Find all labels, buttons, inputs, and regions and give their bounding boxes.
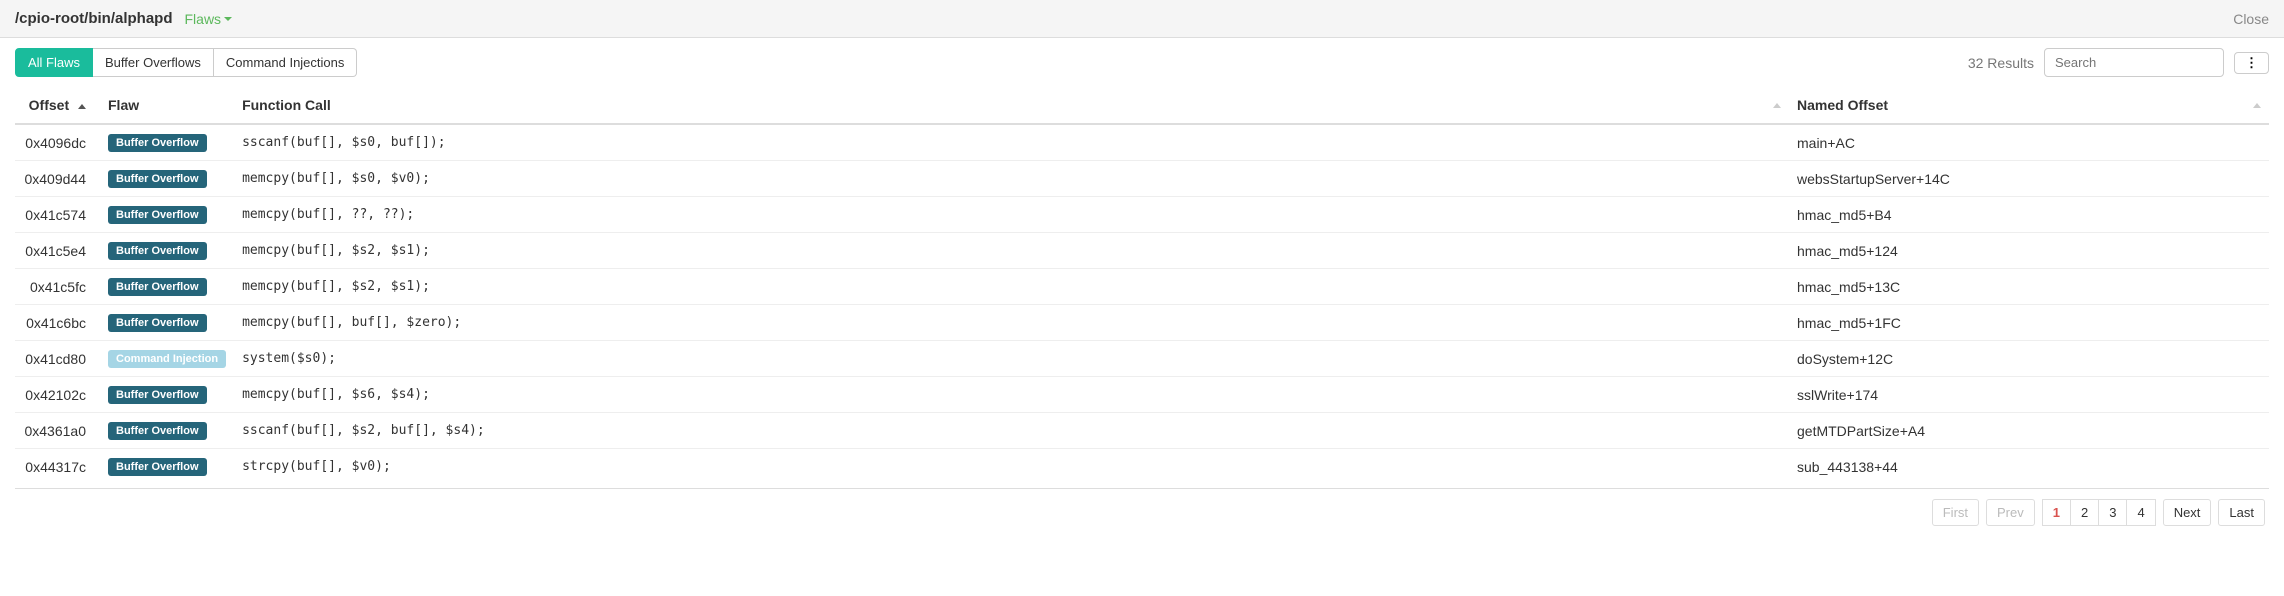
offset-cell: 0x41c6bc: [15, 305, 100, 341]
buffer-overflow-badge: Buffer Overflow: [108, 458, 207, 476]
page-number-1[interactable]: 1: [2042, 499, 2071, 526]
flaw-cell: Command Injection: [100, 341, 234, 377]
header-left: /cpio-root/bin/alphapd Flaws: [15, 10, 232, 27]
offset-cell: 0x41c5e4: [15, 233, 100, 269]
table-row[interactable]: 0x41c574 Buffer Overflow memcpy(buf[], ??,…: [15, 197, 2269, 233]
table-row[interactable]: 0x41c5fc Buffer Overflow memcpy(buf[], $s2…: [15, 269, 2269, 305]
flaws-dropdown[interactable]: Flaws: [185, 11, 233, 27]
function-call-cell: memcpy(buf[], $s6, $s4);: [234, 377, 1789, 413]
function-call-cell: system($s0);: [234, 341, 1789, 377]
flaw-cell: Buffer Overflow: [100, 377, 234, 413]
function-call-cell: strcpy(buf[], $v0);: [234, 449, 1789, 485]
table-row[interactable]: 0x4096dc Buffer Overflow sscanf(buf[], $s0…: [15, 124, 2269, 161]
table-row[interactable]: 0x42102c Buffer Overflow memcpy(buf[], $s6…: [15, 377, 2269, 413]
flaw-cell: Buffer Overflow: [100, 413, 234, 449]
offset-cell: 0x4096dc: [15, 124, 100, 161]
pagination-wrap: First Prev 1234 Next Last: [0, 489, 2284, 536]
page-number-4[interactable]: 4: [2126, 499, 2155, 526]
buffer-overflow-badge: Buffer Overflow: [108, 170, 207, 188]
named-offset-cell: hmac_md5+1FC: [1789, 305, 2269, 341]
content-area: Offset Flaw Function Call Named Offset 0…: [0, 87, 2284, 489]
offset-cell: 0x41c5fc: [15, 269, 100, 305]
close-button[interactable]: Close: [2233, 11, 2269, 27]
flaw-cell: Buffer Overflow: [100, 305, 234, 341]
page-next[interactable]: Next: [2163, 499, 2212, 526]
flaw-cell: Buffer Overflow: [100, 197, 234, 233]
col-header-flaw[interactable]: Flaw: [100, 87, 234, 124]
flaw-cell: Buffer Overflow: [100, 269, 234, 305]
flaws-table: Offset Flaw Function Call Named Offset 0…: [15, 87, 2269, 484]
flaw-cell: Buffer Overflow: [100, 233, 234, 269]
offset-cell: 0x409d44: [15, 161, 100, 197]
offset-cell: 0x41cd80: [15, 341, 100, 377]
table-row[interactable]: 0x409d44 Buffer Overflow memcpy(buf[], $s0…: [15, 161, 2269, 197]
page-number-3[interactable]: 3: [2098, 499, 2127, 526]
filter-tabs: All Flaws Buffer Overflows Command Injec…: [15, 48, 357, 77]
sort-up-icon: [78, 104, 86, 109]
named-offset-cell: doSystem+12C: [1789, 341, 2269, 377]
chevron-down-icon: [224, 17, 232, 21]
table-row[interactable]: 0x41c5e4 Buffer Overflow memcpy(buf[], $s2…: [15, 233, 2269, 269]
named-offset-cell: hmac_md5+124: [1789, 233, 2269, 269]
table-row[interactable]: 0x44317c Buffer Overflow strcpy(buf[], $v0…: [15, 449, 2269, 485]
page-first[interactable]: First: [1932, 499, 1979, 526]
page-last[interactable]: Last: [2218, 499, 2265, 526]
function-call-cell: memcpy(buf[], $s2, $s1);: [234, 269, 1789, 305]
col-header-call[interactable]: Function Call: [234, 87, 1789, 124]
buffer-overflow-badge: Buffer Overflow: [108, 278, 207, 296]
flaws-dropdown-label: Flaws: [185, 11, 222, 27]
named-offset-cell: hmac_md5+B4: [1789, 197, 2269, 233]
named-offset-cell: sslWrite+174: [1789, 377, 2269, 413]
sort-dim-icon: [1773, 103, 1781, 108]
col-header-offset[interactable]: Offset: [15, 87, 100, 124]
function-call-cell: memcpy(buf[], $s0, $v0);: [234, 161, 1789, 197]
named-offset-cell: websStartupServer+14C: [1789, 161, 2269, 197]
offset-cell: 0x42102c: [15, 377, 100, 413]
buffer-overflow-badge: Buffer Overflow: [108, 386, 207, 404]
flaw-cell: Buffer Overflow: [100, 449, 234, 485]
function-call-cell: sscanf(buf[], $s0, buf[]);: [234, 124, 1789, 161]
buffer-overflow-badge: Buffer Overflow: [108, 134, 207, 152]
named-offset-cell: sub_443138+44: [1789, 449, 2269, 485]
flaw-cell: Buffer Overflow: [100, 124, 234, 161]
vertical-dots-icon: ⋮: [2245, 59, 2258, 67]
buffer-overflow-badge: Buffer Overflow: [108, 242, 207, 260]
function-call-cell: sscanf(buf[], $s2, buf[], $s4);: [234, 413, 1789, 449]
tab-all-flaws[interactable]: All Flaws: [15, 48, 93, 77]
table-row[interactable]: 0x41cd80 Command Injection system($s0);doS…: [15, 341, 2269, 377]
header-bar: /cpio-root/bin/alphapd Flaws Close: [0, 0, 2284, 38]
table-row[interactable]: 0x4361a0 Buffer Overflow sscanf(buf[], $s2…: [15, 413, 2269, 449]
toolbar: All Flaws Buffer Overflows Command Injec…: [0, 38, 2284, 87]
path-title: /cpio-root/bin/alphapd: [15, 10, 173, 27]
offset-cell: 0x4361a0: [15, 413, 100, 449]
toolbar-right: 32 Results ⋮: [1968, 48, 2269, 77]
sort-dim-icon: [2253, 103, 2261, 108]
named-offset-cell: getMTDPartSize+A4: [1789, 413, 2269, 449]
page-prev[interactable]: Prev: [1986, 499, 2035, 526]
buffer-overflow-badge: Buffer Overflow: [108, 422, 207, 440]
named-offset-cell: main+AC: [1789, 124, 2269, 161]
buffer-overflow-badge: Buffer Overflow: [108, 314, 207, 332]
function-call-cell: memcpy(buf[], $s2, $s1);: [234, 233, 1789, 269]
function-call-cell: memcpy(buf[], buf[], $zero);: [234, 305, 1789, 341]
named-offset-cell: hmac_md5+13C: [1789, 269, 2269, 305]
table-header-row: Offset Flaw Function Call Named Offset: [15, 87, 2269, 124]
more-menu-button[interactable]: ⋮: [2234, 52, 2269, 74]
pagination: First Prev 1234 Next Last: [1929, 499, 2269, 526]
buffer-overflow-badge: Buffer Overflow: [108, 206, 207, 224]
tab-buffer-overflows[interactable]: Buffer Overflows: [93, 48, 214, 77]
offset-cell: 0x41c574: [15, 197, 100, 233]
page-number-2[interactable]: 2: [2070, 499, 2099, 526]
table-row[interactable]: 0x41c6bc Buffer Overflow memcpy(buf[], buf…: [15, 305, 2269, 341]
command-injection-badge: Command Injection: [108, 350, 226, 368]
offset-cell: 0x44317c: [15, 449, 100, 485]
flaw-cell: Buffer Overflow: [100, 161, 234, 197]
results-count: 32 Results: [1968, 55, 2034, 71]
page-numbers: 1234: [2043, 499, 2156, 526]
col-header-named[interactable]: Named Offset: [1789, 87, 2269, 124]
tab-command-injections[interactable]: Command Injections: [214, 48, 358, 77]
search-input[interactable]: [2044, 48, 2224, 77]
function-call-cell: memcpy(buf[], ??, ??);: [234, 197, 1789, 233]
table-body: 0x4096dc Buffer Overflow sscanf(buf[], $s0…: [15, 124, 2269, 484]
